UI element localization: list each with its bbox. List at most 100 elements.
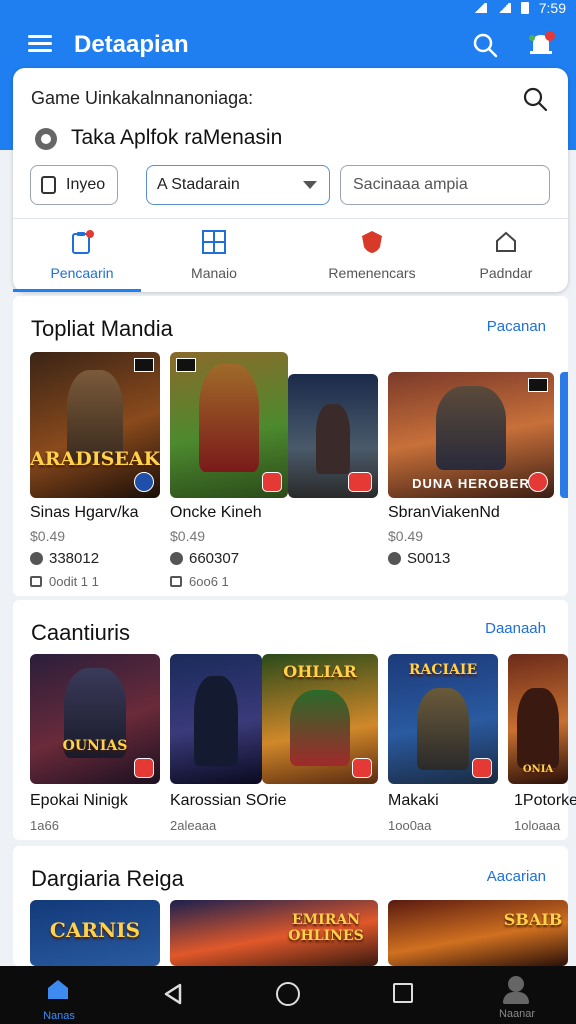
game-name: SbranViakenNd [388, 504, 500, 521]
badge-icon [134, 472, 154, 492]
menu-icon[interactable] [28, 35, 52, 53]
search-card: Game Uinkakalnnanoniaga: Taka Aplfok raM… [13, 68, 568, 292]
home-circle-icon[interactable] [276, 982, 300, 1006]
game-name: Sinas Hgarv/ka [30, 504, 139, 521]
game-thumbnail[interactable]: CARNIS [30, 900, 160, 966]
badge-icon [348, 472, 372, 492]
search-icon[interactable] [522, 86, 548, 112]
nav-home-label: Nanas [43, 1010, 75, 1022]
star-icon [170, 552, 183, 565]
game-thumbnail[interactable] [170, 352, 288, 498]
game-art-title: ONIA [522, 764, 554, 775]
tab-label: Manaio [191, 265, 237, 281]
game-thumbnail[interactable]: SBAIB [388, 900, 568, 966]
download-icon [170, 576, 182, 587]
badge-icon [262, 472, 282, 492]
game-price: $0.49 [30, 528, 66, 544]
game-thumbnail-secondary[interactable] [288, 374, 378, 498]
notification-icon[interactable] [526, 30, 556, 58]
tag-icon [528, 378, 548, 392]
section-title: Topliat Mandia [31, 316, 173, 341]
shield-icon [362, 231, 382, 253]
filter-chip-label: Inyeo [66, 176, 106, 193]
battery-icon [520, 2, 529, 14]
search-input[interactable]: Sacinaaa ampia [340, 165, 550, 205]
game-thumbnail[interactable]: RACIAIE [388, 654, 498, 784]
game-art-title: OUNIAS [62, 738, 128, 754]
game-thumbnail[interactable] [170, 654, 262, 784]
tab-pencaarin[interactable]: Pencaarin [17, 219, 147, 293]
filter-chip[interactable]: Inyeo [30, 165, 118, 205]
game-name: Oncke Kineh [170, 504, 262, 521]
game-art-title: OHLIAR [283, 662, 357, 681]
tab-bar: Pencaarin Manaio Remenencars Padndar [13, 218, 568, 292]
tab-label: Pencaarin [50, 265, 114, 281]
tag-icon [176, 358, 196, 372]
back-icon[interactable] [162, 982, 184, 1006]
game-downloads: 6oo6 1 [170, 574, 229, 589]
game-art-title: SBAIB [503, 910, 563, 929]
tag-icon [134, 358, 154, 372]
game-meta: 2aleaaa [170, 818, 217, 833]
game-name: Epokai Ninigk [30, 792, 128, 809]
tab-label: Remenencars [328, 265, 416, 281]
category-select-value: A Stadarain [157, 176, 240, 193]
game-thumbnail-secondary[interactable]: OHLIAR [262, 654, 378, 784]
game-thumbnail[interactable]: ARADISEAK [30, 352, 160, 498]
game-art-title: ARADISEAK [30, 448, 160, 470]
game-art-title: EMIRAN OHLINES [288, 912, 364, 944]
category-select[interactable]: A Stadarain [146, 165, 330, 205]
status-bar: 7:59 [472, 0, 566, 16]
game-thumbnail[interactable]: EMIRAN OHLINES [170, 900, 378, 966]
game-rating: 338012 [30, 550, 99, 567]
section-see-all-link[interactable]: Daanaah [485, 620, 546, 637]
search-label: Game Uinkakalnnanoniaga: [31, 88, 254, 108]
section-title: Dargiaria Reiga [31, 866, 184, 891]
game-name: Makaki [388, 792, 439, 809]
section-caantiuris: Caantiuris Daanaah OUNIAS Epokai Ninigk … [13, 600, 576, 840]
game-meta: 1a66 [30, 818, 59, 833]
section-dargiaria: Dargiaria Reiga Aacarian CARNIS EMIRAN O… [13, 846, 568, 966]
game-name: 1Potorke [514, 792, 576, 809]
section-title: Caantiuris [31, 620, 131, 645]
search-subtitle: Taka Aplfok raMenasin [71, 126, 283, 149]
game-thumbnail[interactable]: ONIA [508, 654, 568, 784]
gear-icon [35, 128, 57, 150]
tab-active-indicator [13, 289, 141, 292]
game-thumbnail[interactable]: DUNA HEROBER [388, 372, 554, 498]
recents-icon[interactable] [393, 983, 413, 1003]
badge-icon [528, 472, 548, 492]
download-icon [30, 576, 42, 587]
search-input-placeholder: Sacinaaa ampia [353, 176, 468, 193]
section-top-games: Topliat Mandia Pacanan ARADISEAK Sinas H… [13, 296, 568, 596]
status-time: 7:59 [538, 0, 566, 16]
search-icon[interactable] [472, 32, 498, 58]
game-art-title: RACIAIE [408, 662, 478, 678]
game-price: $0.49 [170, 528, 206, 544]
badge-icon [134, 758, 154, 778]
nav-profile[interactable]: Naanar [494, 976, 540, 1020]
bottom-navigation: Nanas Naanar [0, 966, 576, 1024]
wifi-icon [496, 3, 511, 13]
game-name: Karossian SOrie [170, 792, 287, 809]
game-price: $0.49 [388, 528, 424, 544]
tab-manaio[interactable]: Manaio [149, 219, 279, 293]
clipboard-icon [72, 230, 94, 254]
profile-icon [508, 976, 524, 992]
game-rating: S0013 [388, 550, 450, 567]
star-icon [388, 552, 401, 565]
tab-remenencars[interactable]: Remenencars [307, 219, 437, 293]
game-art-title: CARNIS [49, 918, 141, 942]
badge-icon [472, 758, 492, 778]
nav-home[interactable]: Nanas [40, 978, 76, 1022]
grid-icon [202, 230, 226, 254]
tab-padndar[interactable]: Padndar [441, 219, 571, 293]
game-meta: 1oloaaa [514, 818, 561, 833]
star-icon [30, 552, 43, 565]
section-see-all-link[interactable]: Aacarian [487, 868, 546, 885]
tab-label: Padndar [479, 265, 533, 281]
game-thumbnail[interactable]: OUNIAS [30, 654, 160, 784]
game-rating: 660307 [170, 550, 239, 567]
signal-icon [472, 3, 487, 13]
section-see-all-link[interactable]: Pacanan [487, 318, 546, 335]
